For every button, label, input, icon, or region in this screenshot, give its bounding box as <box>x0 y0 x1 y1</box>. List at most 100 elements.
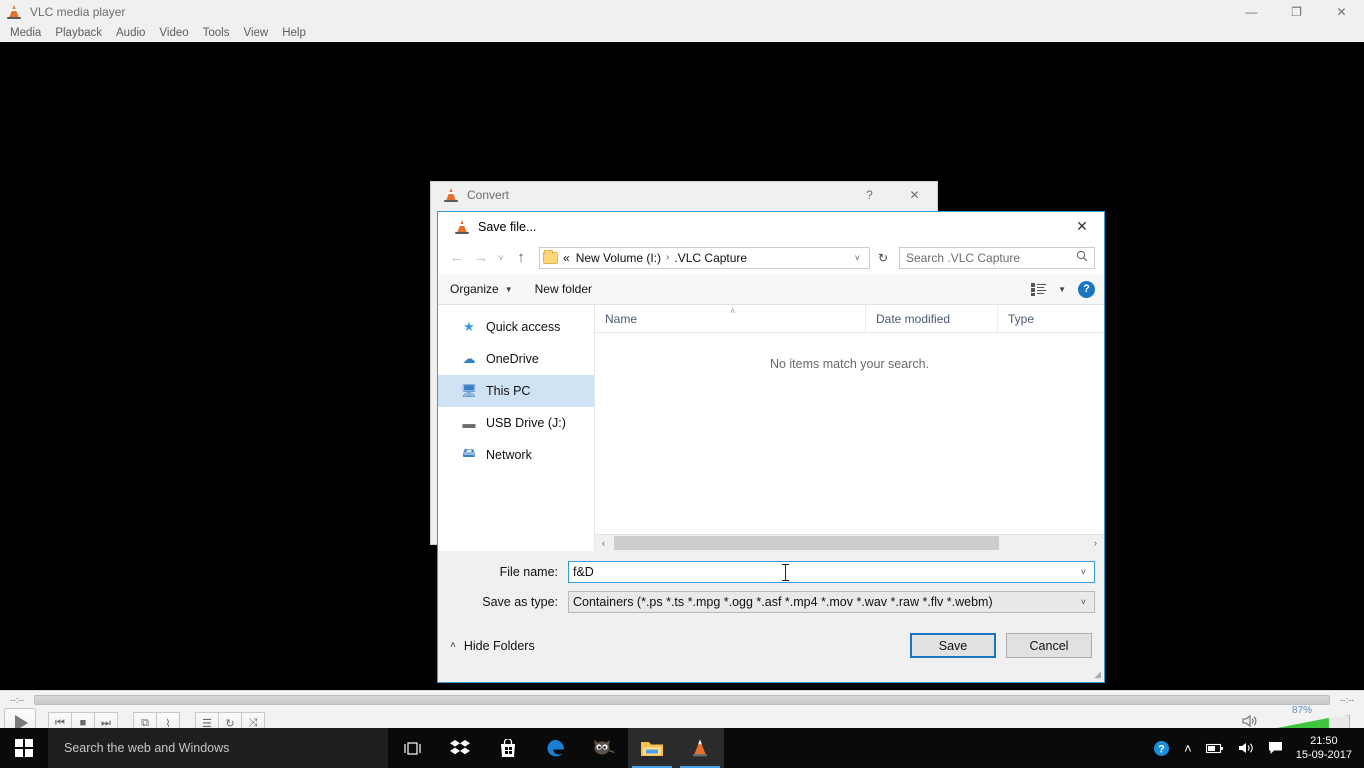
star-icon: ★ <box>463 319 475 334</box>
seek-slider[interactable] <box>34 695 1330 705</box>
forward-icon[interactable]: → <box>469 246 493 270</box>
dropbox-icon[interactable] <box>436 728 484 768</box>
menu-audio[interactable]: Audio <box>109 24 152 42</box>
microsoft-store-icon[interactable] <box>484 728 532 768</box>
taskbar-search-input[interactable]: Search the web and Windows <box>48 728 388 768</box>
resize-grip-icon[interactable]: ◢ <box>1094 669 1101 680</box>
view-layout-icon <box>1031 282 1047 296</box>
scrollbar-thumb[interactable] <box>614 536 999 550</box>
new-folder-button[interactable]: New folder <box>535 282 592 296</box>
file-explorer-icon[interactable] <box>628 728 676 768</box>
svg-text:?: ? <box>1158 743 1165 755</box>
column-label-type: Type <box>1008 311 1035 326</box>
start-button[interactable] <box>0 728 48 768</box>
restore-button[interactable]: ❐ <box>1274 0 1319 24</box>
file-name-dropdown-icon[interactable]: ˅ <box>1077 567 1090 577</box>
view-chevron-down-icon[interactable]: ▼ <box>1058 285 1066 294</box>
save-dialog-titlebar: Save file... ✕ <box>438 212 1104 241</box>
hide-folders-label: Hide Folders <box>463 638 535 653</box>
sidebar-item-quick-access[interactable]: ★ Quick access <box>438 311 594 343</box>
hide-folders-button[interactable]: ˄ Hide Folders <box>450 639 535 653</box>
dialog-footer: ˄ Hide Folders Save Cancel <box>438 621 1104 658</box>
refresh-icon[interactable]: ↻ <box>872 247 894 269</box>
sidebar-label-network: Network <box>486 448 532 462</box>
sidebar-label-quick-access: Quick access <box>486 320 561 334</box>
scroll-left-icon[interactable]: ‹ <box>595 535 612 551</box>
minimize-button[interactable]: — <box>1229 0 1274 24</box>
cloud-icon: ☁ <box>462 351 476 366</box>
column-label-name: Name <box>605 311 638 326</box>
search-placeholder: Search .VLC Capture <box>906 250 1021 265</box>
computer-icon: 🖥 <box>460 383 478 398</box>
column-header-type[interactable]: Type <box>998 305 1104 332</box>
menu-tools[interactable]: Tools <box>196 24 237 42</box>
window-controls: — ❐ ✕ <box>1229 0 1364 24</box>
recent-locations-icon[interactable]: ˅ <box>493 246 509 270</box>
sidebar-item-usb-drive[interactable]: ▬ USB Drive (J:) <box>438 407 594 439</box>
tray-volume-icon[interactable] <box>1238 741 1254 755</box>
menu-media[interactable]: Media <box>3 24 48 42</box>
save-as-type-select[interactable]: Containers (*.ps *.ts *.mpg *.ogg *.asf … <box>568 591 1095 613</box>
breadcrumb-separator: › <box>666 252 670 263</box>
explorer-glyph <box>641 741 663 756</box>
edge-glyph <box>547 740 564 757</box>
scrollbar-track[interactable] <box>612 535 1087 551</box>
tray-battery-icon[interactable] <box>1205 743 1224 754</box>
file-name-input[interactable]: f&D ˅ <box>568 561 1095 583</box>
convert-close-button[interactable]: ✕ <box>892 182 937 208</box>
save-as-type-dropdown-icon[interactable]: ˅ <box>1077 597 1090 607</box>
convert-help-button[interactable]: ? <box>847 182 892 208</box>
view-options[interactable]: ▼ ? <box>1031 280 1095 298</box>
search-input[interactable]: Search .VLC Capture <box>899 246 1095 269</box>
clock[interactable]: 21:50 15-09-2017 <box>1296 734 1352 762</box>
menu-video[interactable]: Video <box>152 24 195 42</box>
task-view-icon[interactable] <box>388 728 436 768</box>
menu-help[interactable]: Help <box>275 24 313 42</box>
save-file-dialog[interactable]: Save file... ✕ ← → ˅ ↑ « New Volume (I:)… <box>437 211 1105 683</box>
scroll-right-icon[interactable]: › <box>1087 535 1104 551</box>
search-icon <box>1076 250 1088 265</box>
new-folder-label: New folder <box>534 282 592 296</box>
save-as-type-value: Containers (*.ps *.ts *.mpg *.ogg *.asf … <box>573 595 993 609</box>
dialog-body: ★ Quick access ☁ OneDrive 🖥 This PC ▬ US… <box>438 305 1104 551</box>
breadcrumb-dropdown-icon[interactable]: ˅ <box>849 253 866 263</box>
close-button[interactable]: ✕ <box>1319 0 1364 24</box>
tray-speaker-glyph <box>1238 743 1253 753</box>
seek-row: --:-- --:-- <box>0 691 1364 709</box>
breadcrumb[interactable]: « New Volume (I:) › .VLC Capture ˅ <box>539 246 870 269</box>
convert-cone-icon <box>443 187 459 203</box>
tray-notifications-icon[interactable] <box>1268 741 1283 755</box>
help-icon[interactable]: ? <box>1078 280 1095 298</box>
horizontal-scrollbar[interactable]: ‹ › <box>595 534 1104 551</box>
menu-view[interactable]: View <box>237 24 276 42</box>
sidebar-item-this-pc[interactable]: 🖥 This PC <box>438 375 594 407</box>
windows-logo-icon <box>15 739 33 757</box>
back-icon[interactable]: ← <box>445 246 469 270</box>
vlc-menubar: Media Playback Audio Video Tools View He… <box>0 24 1364 42</box>
sort-ascending-icon: ˄ <box>730 306 736 316</box>
edge-icon[interactable] <box>532 728 580 768</box>
cancel-button[interactable]: Cancel <box>1006 633 1092 658</box>
empty-list-message: No items match your search. <box>769 357 930 371</box>
save-dialog-title: Save file... <box>478 219 537 234</box>
menu-playback[interactable]: Playback <box>48 24 109 42</box>
sidebar-item-onedrive[interactable]: ☁ OneDrive <box>438 343 594 375</box>
up-icon[interactable]: ↑ <box>509 246 533 270</box>
organize-button[interactable]: Organize ▼ <box>450 282 513 296</box>
tray-chevron-up-icon[interactable]: ˄ <box>1184 741 1192 756</box>
column-header-date-modified[interactable]: Date modified <box>866 305 998 332</box>
tray-help-icon[interactable]: ? <box>1153 740 1170 757</box>
vlc-cone-icon <box>6 4 22 20</box>
save-button[interactable]: Save <box>910 633 996 658</box>
sidebar-item-network[interactable]: 🖴 Network <box>438 439 594 471</box>
usb-drive-icon: ▬ <box>462 415 476 431</box>
search-glyph <box>1076 250 1088 262</box>
file-name-row: File name: f&D ˅ <box>447 561 1095 583</box>
column-header-name[interactable]: Name ˄ <box>595 305 866 332</box>
breadcrumb-folder[interactable]: .VLC Capture <box>674 251 747 265</box>
sidebar-label-onedrive: OneDrive <box>486 352 539 366</box>
gimp-icon[interactable] <box>580 728 628 768</box>
save-dialog-close-icon[interactable]: ✕ <box>1060 212 1104 241</box>
vlc-taskbar-icon[interactable] <box>676 728 724 768</box>
breadcrumb-drive[interactable]: New Volume (I:) <box>576 251 661 265</box>
